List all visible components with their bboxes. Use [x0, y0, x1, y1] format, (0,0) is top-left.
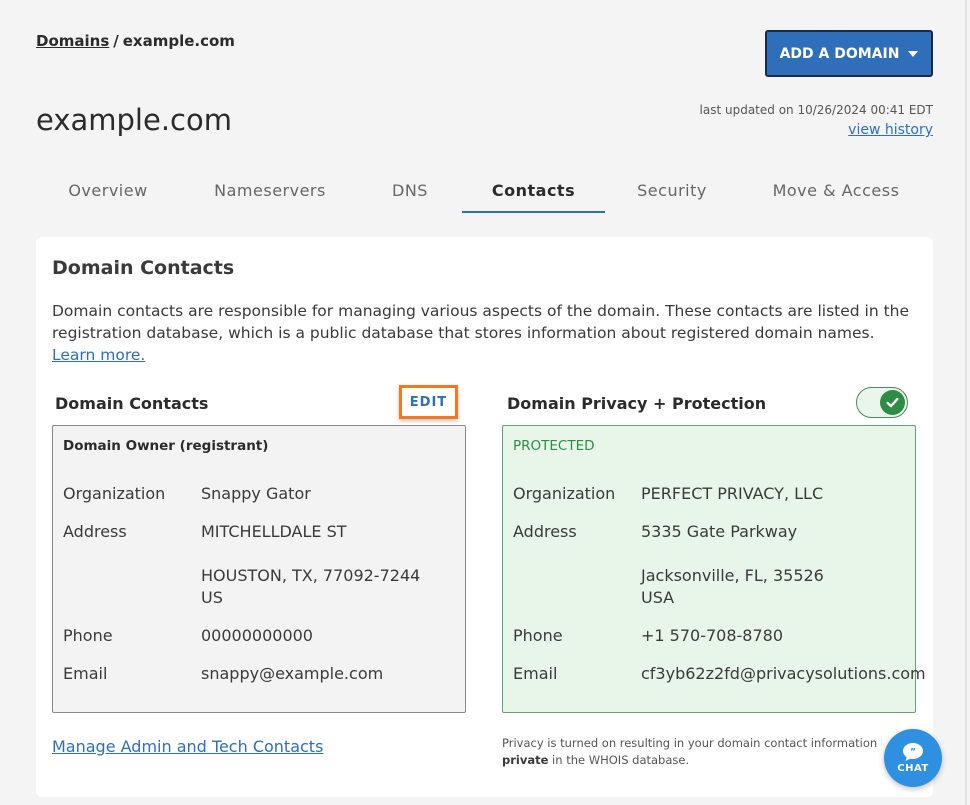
tab-move-access[interactable]: Move & Access [756, 168, 916, 213]
privacy-contact-box: PROTECTED Organization PERFECT PRIVACY, … [502, 425, 926, 713]
tab-security[interactable]: Security [616, 168, 728, 213]
description-text: Domain contacts are responsible for mana… [52, 302, 910, 342]
owner-address-line2: HOUSTON, TX, 77092-7244 [201, 566, 421, 585]
privacy-toggle[interactable] [856, 387, 908, 418]
domain-contacts-page: Domains / example.com ADD A DOMAIN example… [0, 0, 970, 805]
last-updated-text: last updated on 10/26/2024 00:41 EDT [699, 103, 933, 117]
owner-address-line3: US [201, 588, 223, 607]
tab-contacts[interactable]: Contacts [462, 168, 605, 213]
card-title: Domain Contacts [52, 257, 235, 279]
domain-tabs: Overview Nameservers DNS Contacts Securi… [36, 168, 933, 213]
tab-dns[interactable]: DNS [366, 168, 454, 213]
privacy-heading: Domain Privacy + Protection [507, 394, 767, 413]
privacy-address-line3: USA [641, 588, 675, 607]
caret-down-icon [908, 50, 919, 57]
owner-email-value: snappy@example.com [201, 664, 384, 683]
owner-organization-value: Snappy Gator [201, 484, 311, 503]
learn-more-link[interactable]: Learn more. [52, 346, 145, 364]
privacy-email-label: Email [513, 664, 558, 683]
domain-owner-box: Domain Owner (registrant) Organization S… [52, 425, 466, 713]
manage-admin-tech-contacts-link[interactable]: Manage Admin and Tech Contacts [52, 737, 323, 756]
chat-bubble-icon: ” [903, 743, 923, 761]
tab-overview[interactable]: Overview [36, 168, 180, 213]
chat-button[interactable]: ” CHAT [884, 729, 942, 787]
edit-contacts-button[interactable]: EDIT [399, 385, 458, 419]
owner-phone-value: 00000000000 [201, 626, 313, 645]
owner-address-label: Address [63, 522, 127, 541]
owner-email-label: Email [63, 664, 108, 683]
privacy-address-line1: 5335 Gate Parkway [641, 522, 798, 541]
domain-contacts-heading: Domain Contacts [55, 394, 209, 413]
privacy-phone-value: +1 570-708-8780 [641, 626, 784, 645]
breadcrumb-current: example.com [122, 32, 235, 50]
privacy-note: Privacy is turned on resulting in your d… [502, 735, 882, 769]
owner-phone-label: Phone [63, 626, 113, 645]
svg-text:”: ” [910, 748, 916, 758]
domain-contacts-card: Domain Contacts Domain contacts are resp… [36, 237, 933, 797]
privacy-address-label: Address [513, 522, 577, 541]
tab-nameservers[interactable]: Nameservers [204, 168, 336, 213]
domain-owner-title: Domain Owner (registrant) [63, 438, 269, 454]
owner-address-line1: MITCHELLDALE ST [201, 522, 347, 541]
add-domain-label: ADD A DOMAIN [779, 45, 900, 62]
breadcrumb-separator: / [113, 32, 119, 50]
breadcrumb-domains-link[interactable]: Domains [36, 32, 109, 50]
card-description: Domain contacts are responsible for mana… [52, 300, 912, 366]
privacy-organization-value: PERFECT PRIVACY, LLC [641, 484, 824, 503]
protected-status: PROTECTED [513, 438, 595, 454]
add-domain-button[interactable]: ADD A DOMAIN [765, 30, 933, 77]
privacy-note-suffix: in the WHOIS database. [548, 753, 690, 767]
chat-label: CHAT [897, 763, 929, 774]
privacy-phone-label: Phone [513, 626, 563, 645]
privacy-note-prefix: Privacy is turned on resulting in your d… [502, 736, 882, 750]
privacy-email-value: cf3yb62z2fd@privacysolutions.com [641, 664, 926, 683]
toggle-knob [880, 390, 905, 415]
checkmark-icon [886, 397, 899, 408]
page-title: example.com [36, 103, 232, 137]
page-edge-divider [965, 0, 967, 805]
privacy-address-line2: Jacksonville, FL, 35526 [641, 566, 824, 585]
privacy-organization-label: Organization [513, 484, 616, 503]
privacy-note-bold: private [502, 753, 549, 767]
owner-organization-label: Organization [63, 484, 166, 503]
breadcrumb: Domains / example.com [36, 32, 235, 50]
view-history-link[interactable]: view history [848, 122, 933, 138]
